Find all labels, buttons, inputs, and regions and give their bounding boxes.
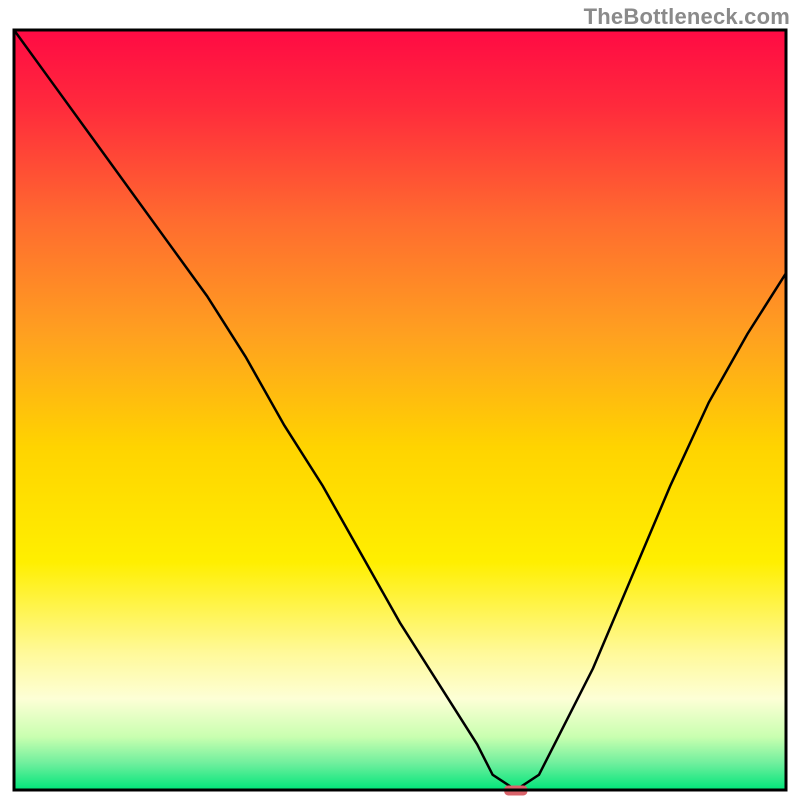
watermark-text: TheBottleneck.com (584, 4, 790, 30)
bottleneck-chart: TheBottleneck.com (0, 0, 800, 800)
plot-background (14, 30, 786, 790)
chart-svg (0, 0, 800, 800)
